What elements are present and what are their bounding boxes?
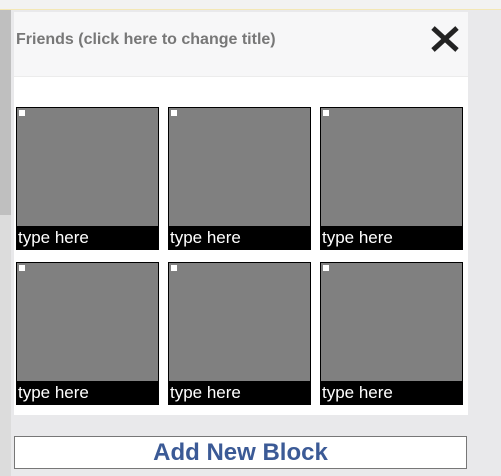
tile-caption[interactable]: type here bbox=[321, 381, 462, 404]
add-new-block-button[interactable]: Add New Block bbox=[14, 436, 467, 469]
tile-caption[interactable]: type here bbox=[17, 381, 158, 404]
tile-caption[interactable]: type here bbox=[321, 226, 462, 249]
block-title[interactable]: Friends (click here to change title) bbox=[16, 31, 276, 49]
tile-corner-handle[interactable] bbox=[323, 110, 329, 116]
tile-corner-handle[interactable] bbox=[19, 110, 25, 116]
friend-photo-tile[interactable]: type here bbox=[168, 107, 311, 250]
close-icon bbox=[431, 26, 459, 52]
tile-corner-handle[interactable] bbox=[171, 265, 177, 271]
tile-corner-handle[interactable] bbox=[323, 265, 329, 271]
panel-header: Friends (click here to change title) bbox=[14, 12, 468, 77]
friend-photo-tile[interactable]: type here bbox=[16, 107, 159, 250]
top-band bbox=[0, 0, 501, 10]
friend-photo-tile[interactable]: type here bbox=[320, 262, 463, 405]
scrollbar[interactable] bbox=[0, 10, 11, 476]
tile-caption[interactable]: type here bbox=[17, 226, 158, 249]
friend-photo-tile[interactable]: type here bbox=[320, 107, 463, 250]
tile-caption[interactable]: type here bbox=[169, 226, 310, 249]
tile-caption[interactable]: type here bbox=[169, 381, 310, 404]
friend-photo-tile[interactable]: type here bbox=[168, 262, 311, 405]
scrollbar-thumb[interactable] bbox=[0, 10, 11, 215]
tile-corner-handle[interactable] bbox=[19, 265, 25, 271]
close-button[interactable] bbox=[428, 24, 462, 54]
friend-photo-tile[interactable]: type here bbox=[16, 262, 159, 405]
tile-corner-handle[interactable] bbox=[171, 110, 177, 116]
